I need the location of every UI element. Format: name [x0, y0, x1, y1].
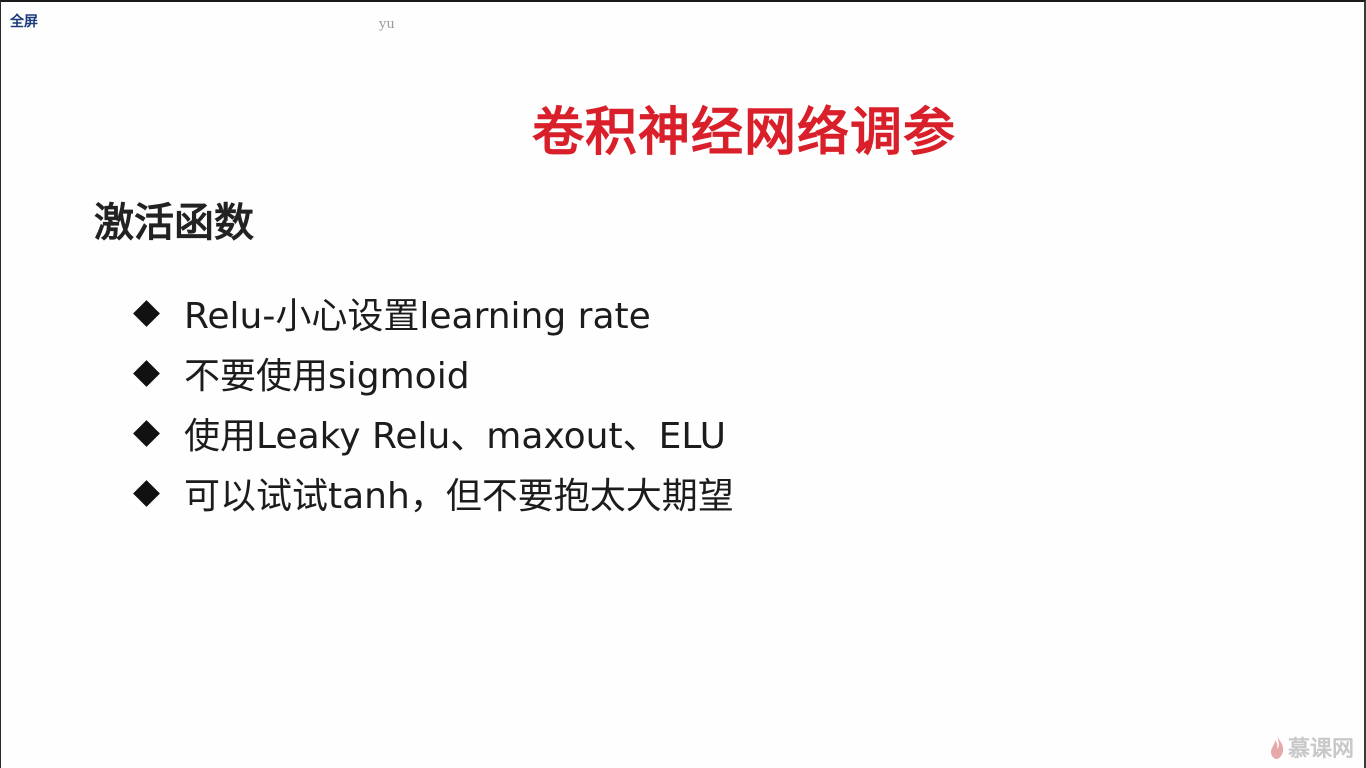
- bullet-text: 使用Leaky Relu、maxout、ELU: [184, 416, 726, 457]
- diamond-bullet-icon: [133, 359, 160, 387]
- bullet-item: 使用Leaky Relu、maxout、ELU: [133, 403, 734, 463]
- bullet-list: Relu-小心设置learning rate 不要使用sigmoid 使用Lea…: [133, 283, 734, 523]
- user-watermark: yu: [379, 17, 395, 32]
- imooc-logo: 慕课网: [1269, 731, 1354, 763]
- slide-title: 卷积神经网络调参: [531, 103, 956, 163]
- fullscreen-button[interactable]: 全屏: [10, 13, 38, 31]
- bullet-text: Relu-小心设置learning rate: [184, 296, 651, 337]
- section-heading: 激活函数: [94, 200, 254, 246]
- bullet-item: 可以试试tanh，但不要抱太大期望: [133, 463, 734, 523]
- bullet-text: 可以试试tanh，但不要抱太大期望: [184, 476, 734, 517]
- diamond-bullet-icon: [133, 299, 160, 327]
- video-frame: 全屏 yu 卷积神经网络调参 激活函数 Relu-小心设置learning ra…: [0, 0, 1366, 768]
- logo-text: 慕课网: [1287, 737, 1354, 762]
- flame-icon: [1270, 735, 1284, 759]
- bullet-text: 不要使用sigmoid: [184, 356, 470, 397]
- bullet-item: Relu-小心设置learning rate: [133, 283, 734, 343]
- diamond-bullet-icon: [133, 419, 160, 447]
- bullet-item: 不要使用sigmoid: [133, 343, 734, 403]
- diamond-bullet-icon: [133, 479, 160, 507]
